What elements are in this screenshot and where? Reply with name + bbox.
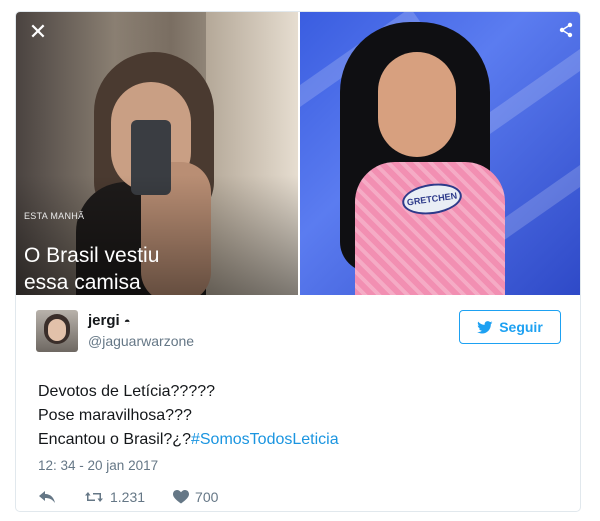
media-gallery: ✕ ESTA MANHÃ O Brasil vestiu essa camisa… — [16, 12, 580, 295]
retweet-count: 1.231 — [110, 489, 146, 505]
close-icon[interactable]: ✕ — [26, 20, 50, 44]
story-headline: O Brasil vestiu essa camisa — [24, 242, 284, 295]
fan-emoji-icon: ◓ — [123, 316, 131, 328]
display-name[interactable]: jergi ◓ — [88, 312, 131, 329]
tweet-body: jergi ◓ @jaguarwarzone Seguir Devotos de… — [16, 295, 580, 511]
headline-line-2: essa camisa — [24, 271, 141, 294]
tweet-text: Devotos de Letícia????? Pose maravilhosa… — [38, 380, 339, 452]
hashtag-link[interactable]: #SomosTodosLeticia — [191, 431, 339, 448]
tweet-line-1: Devotos de Letícia????? — [38, 383, 216, 400]
like-count: 700 — [195, 489, 219, 505]
timestamp[interactable]: 12: 34 - 20 jan 2017 — [38, 458, 158, 473]
tweet-line-3-text: Encantou o Brasil?¿? — [38, 431, 191, 448]
follow-button[interactable]: Seguir — [459, 310, 561, 344]
follow-label: Seguir — [499, 319, 543, 335]
heart-icon — [173, 490, 190, 504]
bg-stripe — [479, 27, 580, 135]
reply-button[interactable] — [38, 490, 56, 504]
media-image-left[interactable]: ✕ ESTA MANHÃ O Brasil vestiu essa camisa — [16, 12, 298, 295]
retweet-icon — [85, 492, 103, 502]
tweet-actions: 1.231 700 — [38, 489, 246, 505]
share-icon[interactable] — [558, 22, 574, 38]
dress-lace-pattern — [355, 162, 505, 295]
headline-line-1: O Brasil vestiu — [24, 244, 160, 267]
story-kicker: ESTA MANHÃ — [24, 211, 85, 221]
woman-face — [378, 52, 456, 157]
display-name-text: jergi — [88, 312, 120, 329]
reply-icon — [39, 491, 55, 503]
avatar[interactable] — [36, 310, 78, 352]
avatar-face — [48, 319, 66, 341]
tweet-line-3: Encantou o Brasil?¿?#SomosTodosLeticia — [38, 428, 339, 452]
tweet-card: ✕ ESTA MANHÃ O Brasil vestiu essa camisa… — [15, 11, 581, 512]
tweet-line-2: Pose maravilhosa??? — [38, 407, 192, 424]
media-image-right[interactable]: GRETCHEN — [300, 12, 580, 295]
like-button[interactable]: 700 — [173, 489, 218, 505]
retweet-button[interactable]: 1.231 — [84, 489, 145, 505]
user-handle[interactable]: @jaguarwarzone — [88, 333, 194, 349]
twitter-bird-icon — [477, 320, 493, 333]
